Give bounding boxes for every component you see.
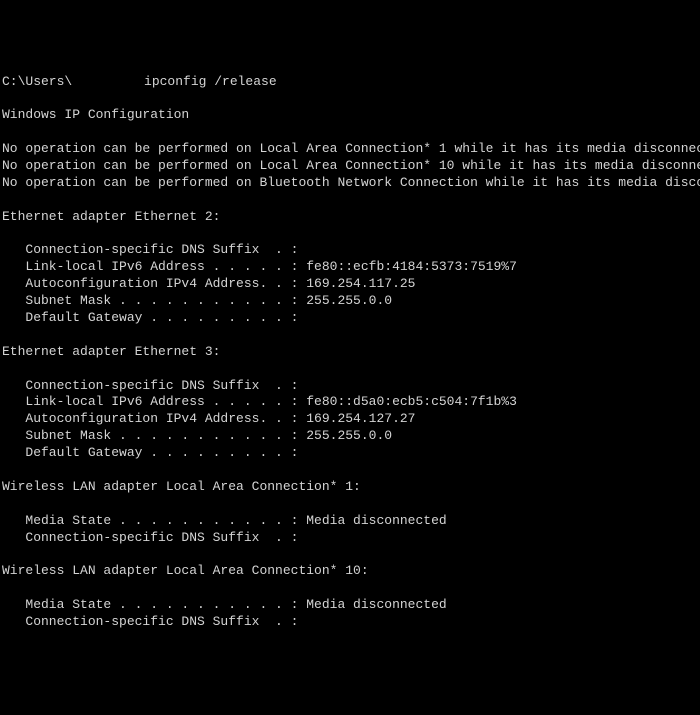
row-value: fe80::ecfb:4184:5373:7519%7 — [298, 259, 516, 274]
warning-message: No operation can be performed on Local A… — [2, 158, 698, 175]
blank-line — [2, 462, 698, 479]
blank-line — [2, 90, 698, 107]
adapter-row: Media State . . . . . . . . . . . : Medi… — [2, 513, 698, 530]
blank-line — [2, 547, 698, 564]
row-label: Link-local IPv6 Address . . . . . : — [2, 394, 298, 409]
adapter-title: Wireless LAN adapter Local Area Connecti… — [2, 563, 698, 580]
row-value: Media disconnected — [298, 597, 446, 612]
blank-line — [2, 327, 698, 344]
row-value: Media disconnected — [298, 513, 446, 528]
blank-line — [2, 124, 698, 141]
row-label: Subnet Mask . . . . . . . . . . . : — [2, 428, 298, 443]
warning-message: No operation can be performed on Local A… — [2, 141, 698, 158]
row-value: 169.254.117.25 — [298, 276, 415, 291]
blank-line — [2, 361, 698, 378]
adapter-row: Autoconfiguration IPv4 Address. . : 169.… — [2, 276, 698, 293]
row-label: Default Gateway . . . . . . . . . : — [2, 445, 298, 460]
adapter-row: Link-local IPv6 Address . . . . . : fe80… — [2, 394, 698, 411]
prompt-line: C:\Users\ ipconfig /release — [2, 74, 698, 91]
adapter-row: Autoconfiguration IPv4 Address. . : 169.… — [2, 411, 698, 428]
warning-message: No operation can be performed on Bluetoo… — [2, 175, 698, 192]
row-label: Autoconfiguration IPv4 Address. . : — [2, 276, 298, 291]
section-header: Windows IP Configuration — [2, 107, 698, 124]
adapter-row: Connection-specific DNS Suffix . : — [2, 614, 698, 631]
row-label: Default Gateway . . . . . . . . . : — [2, 310, 298, 325]
prompt-command: ipconfig /release — [136, 74, 276, 89]
row-value: fe80::d5a0:ecb5:c504:7f1b%3 — [298, 394, 516, 409]
row-label: Subnet Mask . . . . . . . . . . . : — [2, 293, 298, 308]
adapter-title: Ethernet adapter Ethernet 3: — [2, 344, 698, 361]
terminal-output[interactable]: C:\Users\ ipconfig /release Windows IP C… — [2, 74, 698, 631]
row-label: Connection-specific DNS Suffix . : — [2, 242, 298, 257]
row-label: Connection-specific DNS Suffix . : — [2, 530, 298, 545]
adapter-title: Ethernet adapter Ethernet 2: — [2, 209, 698, 226]
prompt-prefix: C:\Users\ — [2, 74, 72, 89]
adapter-row: Connection-specific DNS Suffix . : — [2, 242, 698, 259]
row-value: 255.255.0.0 — [298, 428, 392, 443]
adapter-row: Media State . . . . . . . . . . . : Medi… — [2, 597, 698, 614]
blank-line — [2, 580, 698, 597]
blank-line — [2, 226, 698, 243]
row-label: Media State . . . . . . . . . . . : — [2, 513, 298, 528]
row-label: Connection-specific DNS Suffix . : — [2, 378, 298, 393]
blank-line — [2, 496, 698, 513]
adapter-row: Default Gateway . . . . . . . . . : — [2, 310, 698, 327]
row-value: 169.254.127.27 — [298, 411, 415, 426]
adapter-row: Subnet Mask . . . . . . . . . . . : 255.… — [2, 293, 698, 310]
redacted-username — [72, 76, 136, 89]
row-label: Autoconfiguration IPv4 Address. . : — [2, 411, 298, 426]
blank-line — [2, 192, 698, 209]
adapter-row: Connection-specific DNS Suffix . : — [2, 378, 698, 395]
row-value: 255.255.0.0 — [298, 293, 392, 308]
adapter-row: Connection-specific DNS Suffix . : — [2, 530, 698, 547]
adapter-row: Link-local IPv6 Address . . . . . : fe80… — [2, 259, 698, 276]
adapter-row: Default Gateway . . . . . . . . . : — [2, 445, 698, 462]
row-label: Media State . . . . . . . . . . . : — [2, 597, 298, 612]
row-label: Connection-specific DNS Suffix . : — [2, 614, 298, 629]
adapter-row: Subnet Mask . . . . . . . . . . . : 255.… — [2, 428, 698, 445]
row-label: Link-local IPv6 Address . . . . . : — [2, 259, 298, 274]
adapter-title: Wireless LAN adapter Local Area Connecti… — [2, 479, 698, 496]
